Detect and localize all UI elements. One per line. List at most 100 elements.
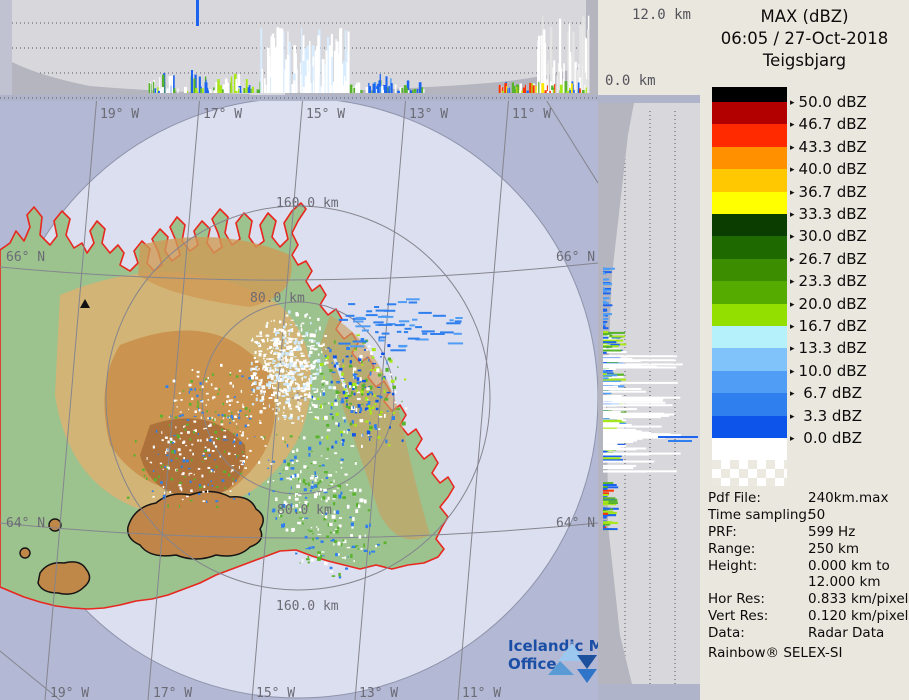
top-height-profile-panel — [0, 0, 598, 95]
legend-tick-icon: ▸ — [790, 165, 795, 176]
metadata-row: 12.000 km — [708, 574, 906, 591]
legend-tick-icon: ▸ — [790, 142, 795, 153]
lon-label-top: 13° W — [409, 107, 448, 122]
ring-label-160-bottom: 160.0 km — [276, 599, 339, 614]
metadata-row: Hor Res: 0.833 km/pixel — [708, 591, 909, 608]
lon-label-bottom: 11° W — [462, 686, 501, 700]
legend-tick-icon: ▸ — [790, 232, 795, 243]
height-axis-min-label: 0.0 km — [605, 73, 656, 89]
lon-label-bottom: 19° W — [50, 686, 89, 700]
logo-text-line2: Office — [508, 655, 557, 673]
logo-text-line1: Icelandic Met — [508, 637, 598, 655]
legend-tick-icon: ▸ — [790, 322, 795, 332]
lat-label-left: 64° N — [6, 516, 45, 531]
radar-station-name: Teigsbjarg — [762, 51, 847, 70]
legend-tick-icon: ▸ — [790, 434, 795, 444]
legend-swatch — [712, 393, 787, 416]
product-title-block: MAX (dBZ) 06:05 / 27-Oct-2018 Teigsbjarg — [700, 6, 909, 72]
legend-swatch — [712, 146, 787, 170]
glacier-myrdalsjokull — [37, 561, 91, 595]
legend-tick-icon: ▸ — [790, 254, 795, 265]
legend-swatch — [712, 348, 787, 371]
legend-swatch — [712, 258, 787, 282]
metadata-row: Data: Radar Data — [708, 625, 906, 642]
right-profile-top-band — [598, 95, 700, 103]
legend-swatch — [712, 438, 787, 460]
lat-label-right: 64° N — [556, 516, 595, 531]
lon-label-bottom: 13° W — [359, 686, 398, 700]
legend-tick-icon: ▸ — [790, 187, 795, 198]
right-profile-bottom-band — [598, 684, 700, 700]
legend-tick-icon: ▸ — [790, 411, 795, 422]
lon-label-bottom: 17° W — [153, 686, 192, 700]
metadata-value: 250 km — [808, 540, 860, 557]
legend-swatch — [712, 169, 787, 192]
metadata-label: Range: — [708, 540, 756, 557]
metadata-label: Time sampling: — [708, 506, 812, 523]
metadata-value: Radar Data — [808, 625, 885, 642]
metadata-row: Height: 0.000 km to — [708, 558, 906, 575]
ring-label-80-top: 80.0 km — [250, 291, 305, 306]
legend-tick-icon: ▸ — [790, 210, 795, 220]
metadata-row: Time sampling:50 — [708, 507, 906, 524]
metadata-row: PRF: 599 Hz — [708, 524, 906, 541]
lon-label-top: 11° W — [512, 107, 551, 122]
product-metadata: Pdf File: 240km.max Time sampling:50 PRF: 59… — [708, 490, 909, 642]
legend-label: ▸ 33.3 dBZ — [790, 205, 867, 223]
legend-swatch — [712, 303, 787, 326]
metadata-value: 12.000 km — [808, 574, 881, 591]
legend-tick-icon: ▸ — [790, 98, 795, 108]
legend-label: ▸ 23.3 dBZ — [790, 272, 867, 291]
metadata-label: PRF: — [708, 523, 737, 540]
legend-swatch — [712, 370, 787, 394]
legend-label: ▸ 30.0 dBZ — [790, 227, 867, 246]
legend-swatch — [712, 236, 787, 259]
legend-label: ▸ 20.0 dBZ — [790, 294, 867, 313]
legend-label: ▸ 40.0 dBZ — [790, 160, 867, 179]
legend-tick-icon: ▸ — [790, 277, 795, 288]
metadata-label: Hor Res: — [708, 591, 765, 608]
legend-label: ▸ 13.3 dBZ — [790, 339, 867, 358]
legend-label: ▸ 0.0 dBZ — [790, 429, 863, 447]
height-axis-corner-box: 12.0 km 0.0 km — [598, 0, 700, 95]
legend-label: ▸ 50.0 dBZ — [790, 93, 867, 111]
lon-label-top: 17° W — [203, 107, 242, 122]
legend-label: ▸ 3.3 dBZ — [790, 406, 863, 425]
metadata-value: 0.833 km/pixel — [808, 591, 909, 608]
radar-map: 19° W 17° W 15° W 13° W 11° W 19° W 17° … — [0, 95, 598, 700]
legend-label: ▸ 6.7 dBZ — [790, 384, 863, 403]
legend-tick-icon: ▸ — [790, 299, 795, 310]
right-profile-plot — [598, 95, 700, 700]
right-height-profile-panel — [598, 95, 700, 700]
legend-swatch — [712, 281, 787, 304]
metadata-row: Pdf File: 240km.max — [708, 490, 906, 507]
glacier-small-2 — [19, 547, 31, 559]
lon-label-top: 19° W — [100, 107, 139, 122]
lat-label-left: 66° N — [6, 250, 45, 265]
lat-label-right: 66° N — [556, 250, 595, 265]
radar-map-panel: 19° W 17° W 15° W 13° W 11° W 19° W 17° … — [0, 95, 598, 700]
product-datetime: 06:05 / 27-Oct-2018 — [720, 29, 889, 48]
lon-label-top: 15° W — [306, 107, 345, 122]
legend-label: ▸ 16.7 dBZ — [790, 317, 867, 335]
legend-swatch — [712, 87, 787, 102]
legend-swatch — [712, 102, 787, 125]
legend-label: ▸ 26.7 dBZ — [790, 249, 867, 268]
legend-label: ▸ 36.7 dBZ — [790, 182, 867, 201]
top-profile-axis-strip — [0, 0, 12, 95]
legend-bar: ▸ 50.0 dBZ ▸ 46.7 dBZ ▸ 43.3 dBZ ▸ 40.0 dBZ ▸ 36.… — [712, 87, 904, 491]
lon-label-bottom: 15° W — [256, 686, 295, 700]
legend-swatch — [712, 124, 787, 147]
legend-swatch — [712, 326, 787, 349]
top-profile-plot — [0, 0, 598, 95]
metadata-value: 599 Hz — [808, 523, 856, 540]
legend-label: ▸ 43.3 dBZ — [790, 137, 867, 156]
legend-swatch — [712, 191, 787, 214]
radar-display-window: 12.0 km 0.0 km 19° W 17° W 15° W 13° W 1… — [0, 0, 909, 700]
legend-swatch — [712, 214, 787, 237]
legend-swatch — [712, 415, 787, 438]
metadata-value: 0.000 km to — [808, 557, 890, 574]
metadata-row: Vert Res: 0.120 km/pixel — [708, 608, 908, 625]
legend-tick-icon: ▸ — [790, 344, 795, 355]
legend-swatch — [712, 460, 787, 486]
